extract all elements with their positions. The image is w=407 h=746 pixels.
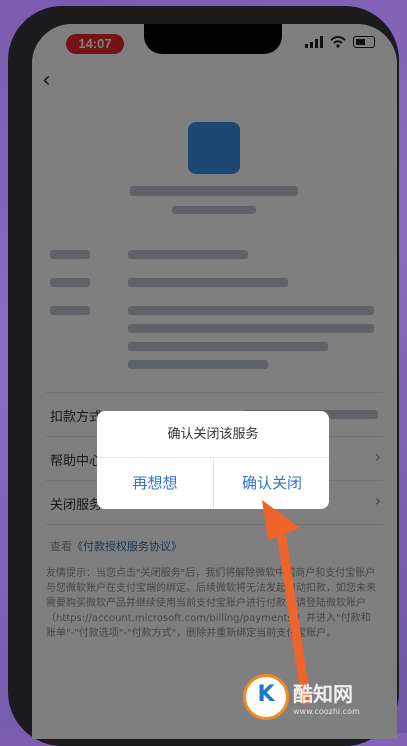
confirm-dialog: 确认关闭该服务 再想想 确认关闭 bbox=[97, 411, 329, 509]
screen: 14:07 ‹ bbox=[32, 24, 397, 739]
watermark-url: www.coozhi.com bbox=[293, 707, 360, 716]
confirm-close-button[interactable]: 确认关闭 bbox=[214, 457, 329, 509]
watermark-text: 酷知网 www.coozhi.com bbox=[293, 678, 360, 716]
watermark: K 酷知网 www.coozhi.com bbox=[243, 672, 360, 722]
watermark-logo-icon: K bbox=[243, 674, 289, 720]
cancel-button[interactable]: 再想想 bbox=[97, 457, 213, 509]
watermark-title: 酷知网 bbox=[293, 682, 353, 706]
dialog-message: 确认关闭该服务 bbox=[167, 427, 259, 442]
phone-frame: 14:07 ‹ bbox=[8, 6, 399, 746]
modal-overlay bbox=[32, 24, 397, 739]
